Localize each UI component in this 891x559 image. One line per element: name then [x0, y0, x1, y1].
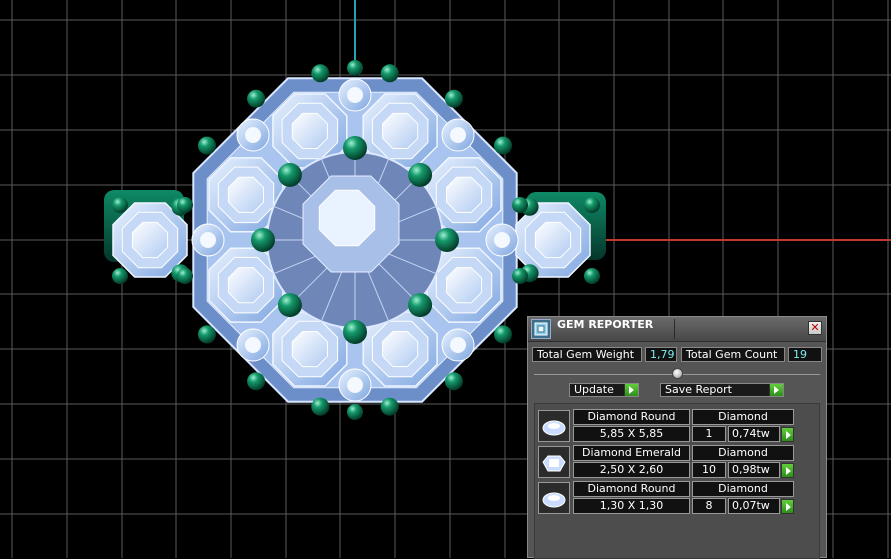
metal-bead: [112, 268, 128, 284]
metal-bead: [198, 325, 216, 344]
metal-bead: [584, 197, 600, 213]
gem-count: 1: [692, 426, 726, 442]
gem-detail-button[interactable]: [781, 463, 794, 478]
metal-bead: [380, 397, 399, 416]
gem-row[interactable]: Diamond Round Diamond 5,85 X 5,85 1 0,74…: [538, 409, 794, 443]
play-arrow-icon: [769, 384, 783, 396]
metal-bead: [311, 397, 330, 416]
metal-bead: [584, 268, 600, 284]
metal-bead: [277, 293, 302, 318]
metal-bead: [343, 320, 367, 344]
update-button-label: Update: [574, 383, 614, 396]
metal-bead: [408, 162, 433, 187]
metal-bead: [198, 136, 216, 155]
small-round-stone: [338, 78, 372, 112]
gem-size: 2,50 X 2,60: [573, 462, 690, 478]
panel-title: GEM REPORTER: [557, 318, 654, 331]
round-gem-icon: [538, 410, 570, 442]
metal-bead: [177, 197, 193, 213]
small-round-stone: [236, 118, 270, 152]
metal-bead: [512, 268, 528, 284]
metal-bead: [494, 136, 512, 155]
gem-shape: Diamond Round: [573, 481, 690, 497]
metal-bead: [251, 228, 275, 252]
small-round-stone: [485, 223, 519, 257]
small-round-stone: [441, 118, 475, 152]
metal-bead: [347, 60, 363, 76]
metal-bead: [112, 197, 128, 213]
gem-size: 1,30 X 1,30: [573, 498, 690, 514]
metal-bead: [347, 404, 363, 420]
slider-handle[interactable]: [672, 368, 683, 379]
total-gem-count-value: 19: [788, 347, 822, 362]
gem-row[interactable]: Diamond Emerald Diamond 2,50 X 2,60 10 0…: [538, 445, 794, 479]
update-button[interactable]: Update: [569, 383, 639, 397]
gem-count: 10: [692, 462, 726, 478]
metal-bead: [343, 136, 367, 160]
small-round-stone: [191, 223, 225, 257]
gem-weight: 0,07tw: [728, 498, 780, 514]
metal-bead: [435, 228, 459, 252]
metal-bead: [177, 268, 193, 284]
save-report-button[interactable]: Save Report: [660, 383, 784, 397]
small-round-stone: [236, 328, 270, 362]
gem-detail-button[interactable]: [781, 499, 794, 514]
gem-reporter-panel: GEM REPORTER ✕ Total Gem Weight 1,79 Tot…: [527, 316, 827, 559]
close-button[interactable]: ✕: [808, 321, 822, 335]
small-round-stone: [441, 328, 475, 362]
metal-bead: [444, 372, 463, 391]
metal-bead: [444, 89, 463, 108]
emerald-cut-gem-icon: [538, 446, 570, 478]
metal-bead: [512, 197, 528, 213]
save-report-button-label: Save Report: [665, 383, 732, 396]
metal-bead: [247, 372, 266, 391]
gem-shape: Diamond Round: [573, 409, 690, 425]
gem-row[interactable]: Diamond Round Diamond 1,30 X 1,30 8 0,07…: [538, 481, 794, 515]
metal-bead: [494, 325, 512, 344]
gem-size: 5,85 X 5,85: [573, 426, 690, 442]
total-gem-weight-label: Total Gem Weight: [532, 347, 642, 362]
gem-weight: 0,74tw: [728, 426, 780, 442]
metal-bead: [247, 89, 266, 108]
total-gem-weight-value: 1,79: [645, 347, 677, 362]
gem-material: Diamond: [692, 445, 794, 461]
gem-reporter-icon: [531, 319, 551, 339]
play-arrow-icon: [624, 384, 638, 396]
small-round-stone: [338, 368, 372, 402]
gem-detail-button[interactable]: [781, 427, 794, 442]
metal-bead: [311, 64, 330, 83]
metal-bead: [380, 64, 399, 83]
title-divider: [674, 319, 675, 339]
gem-weight: 0,98tw: [728, 462, 780, 478]
metal-bead: [408, 293, 433, 318]
total-gem-count-label: Total Gem Count: [681, 347, 785, 362]
round-gem-icon: [538, 482, 570, 514]
gem-shape: Diamond Emerald: [573, 445, 690, 461]
gem-material: Diamond: [692, 409, 794, 425]
gem-material: Diamond: [692, 481, 794, 497]
panel-titlebar[interactable]: GEM REPORTER ✕: [528, 317, 826, 342]
metal-bead: [277, 162, 302, 187]
gem-list: Diamond Round Diamond 5,85 X 5,85 1 0,74…: [534, 403, 820, 559]
gem-count: 8: [692, 498, 726, 514]
